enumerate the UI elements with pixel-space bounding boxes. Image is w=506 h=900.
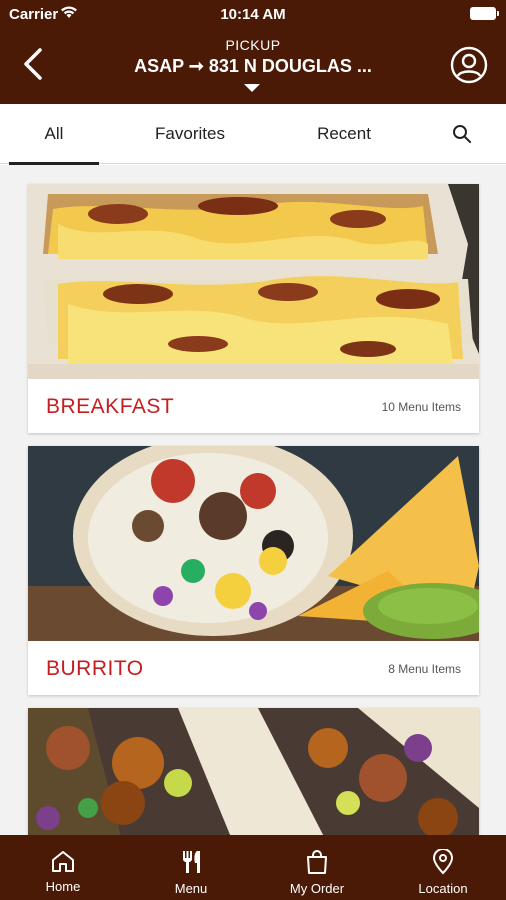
status-bar: Carrier 10:14 AM <box>0 0 506 28</box>
search-button[interactable] <box>445 104 479 164</box>
nav-menu-label: Menu <box>174 881 208 896</box>
shopping-bag-icon <box>307 850 327 874</box>
tab-all[interactable]: All <box>9 104 99 165</box>
nav-location[interactable]: Location <box>408 835 478 900</box>
home-icon <box>52 851 74 872</box>
order-mode-label: PICKUP <box>225 37 281 53</box>
filter-tabs: All Favorites Recent <box>0 104 506 165</box>
nav-my-order[interactable]: My Order <box>276 835 358 900</box>
caret-down-icon[interactable] <box>244 84 260 92</box>
map-pin-icon <box>432 849 454 875</box>
tab-favorites[interactable]: Favorites <box>135 104 245 164</box>
breakfast-image <box>28 184 479 379</box>
user-icon <box>450 46 488 84</box>
category-card-tacos[interactable] <box>28 708 479 835</box>
battery-icon <box>470 7 499 20</box>
profile-button[interactable] <box>450 46 488 84</box>
tab-recent[interactable]: Recent <box>294 104 394 164</box>
category-list: BREAKFAST 10 Menu Items BURRITO 8 Menu I… <box>0 165 506 835</box>
category-title: BURRITO <box>46 657 144 680</box>
tacos-image <box>28 708 479 835</box>
category-item-count: 10 Menu Items <box>381 400 461 414</box>
category-title: BREAKFAST <box>46 395 175 418</box>
category-card-breakfast[interactable]: BREAKFAST 10 Menu Items <box>28 184 479 433</box>
category-item-count: 8 Menu Items <box>388 662 461 676</box>
nav-home[interactable]: Home <box>28 835 98 900</box>
nav-menu[interactable]: Menu <box>156 835 226 900</box>
utensils-icon <box>183 851 200 873</box>
category-card-burrito[interactable]: BURRITO 8 Menu Items <box>28 446 479 695</box>
nav-home-label: Home <box>45 879 81 894</box>
nav-my-order-label: My Order <box>289 881 345 896</box>
bottom-nav: Home Menu My Order Location <box>0 835 506 900</box>
app-header: Carrier 10:14 AM PICKUP ASAP ➞ 831 N DOU… <box>0 0 506 104</box>
nav-location-label: Location <box>418 881 468 896</box>
search-icon <box>453 125 471 143</box>
clock: 10:14 AM <box>220 6 286 23</box>
burrito-image <box>28 446 479 641</box>
pickup-address[interactable]: ASAP ➞ 831 N DOUGLAS ... <box>90 56 416 77</box>
